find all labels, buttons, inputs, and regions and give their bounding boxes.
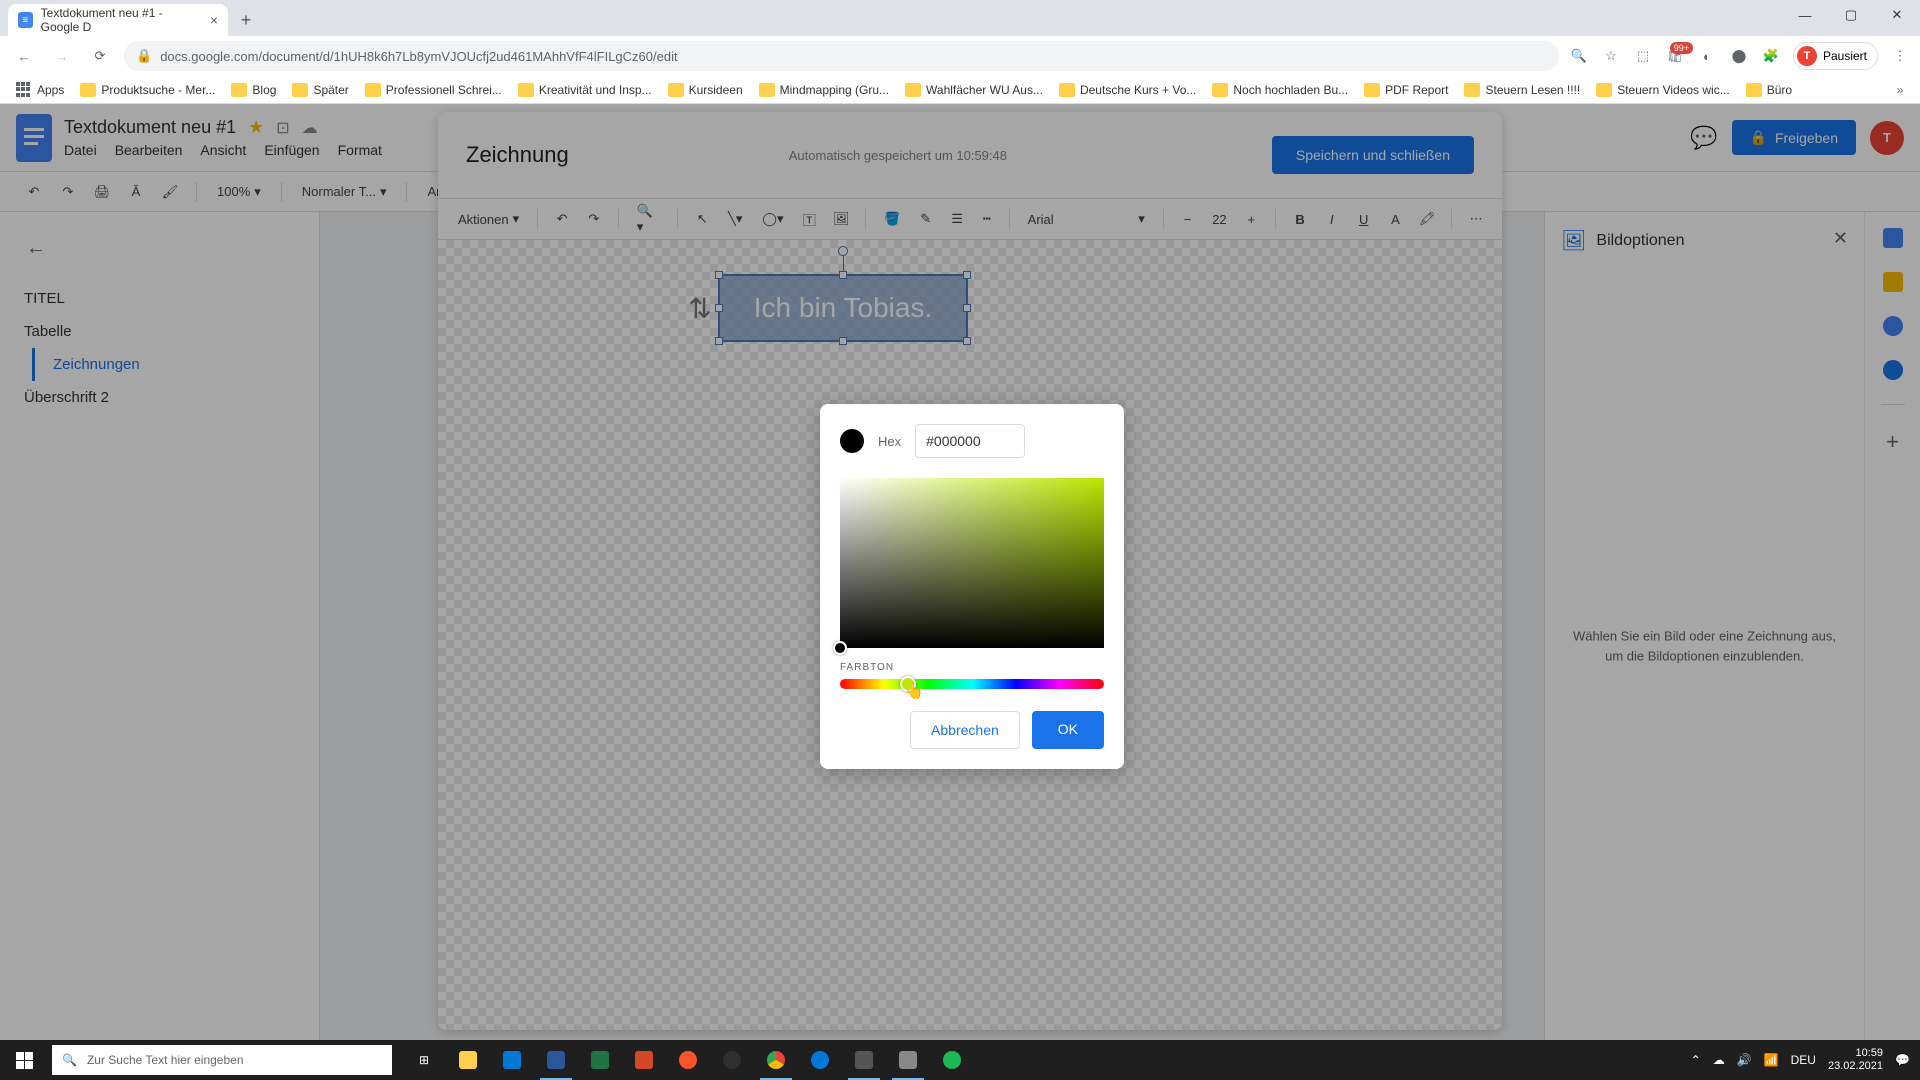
wifi-icon[interactable]: 📶 — [1764, 1053, 1779, 1067]
app-icon[interactable] — [842, 1040, 886, 1080]
cancel-button[interactable]: Abbrechen — [910, 711, 1020, 749]
bookmark-item[interactable]: Produktsuche - Mer... — [74, 79, 221, 101]
bookmark-item[interactable]: Professionell Schrei... — [359, 79, 508, 101]
reload-button[interactable]: ⟳ — [86, 42, 114, 70]
word-icon[interactable] — [534, 1040, 578, 1080]
extension-icon-3[interactable]: ⬤ — [1729, 46, 1749, 66]
profile-button[interactable]: T Pausiert — [1793, 42, 1878, 70]
hue-label: FARBTON — [840, 662, 1104, 673]
chrome-icon[interactable] — [754, 1040, 798, 1080]
back-button[interactable]: ← — [10, 42, 38, 70]
bookmark-item[interactable]: Steuern Videos wic... — [1590, 79, 1736, 101]
bookmark-item[interactable]: Kursideen — [662, 79, 749, 101]
bookmark-item[interactable]: Büro — [1740, 79, 1798, 101]
apps-button[interactable]: Apps — [10, 78, 70, 102]
brave-icon[interactable] — [666, 1040, 710, 1080]
search-icon: 🔍 — [62, 1053, 77, 1067]
minimize-button[interactable]: — — [1782, 0, 1828, 30]
bookmark-item[interactable]: Noch hochladen Bu... — [1206, 79, 1354, 101]
hue-thumb[interactable] — [900, 676, 916, 692]
explorer-icon[interactable] — [446, 1040, 490, 1080]
bookmarks-overflow-icon[interactable]: » — [1890, 80, 1910, 100]
bookmark-star-icon[interactable]: ☆ — [1601, 46, 1621, 66]
zoom-icon[interactable]: 🔍 — [1569, 46, 1589, 66]
extensions-puzzle-icon[interactable]: 🧩 — [1761, 46, 1781, 66]
hue-slider[interactable]: 👆 — [840, 679, 1104, 689]
spotify-icon[interactable] — [930, 1040, 974, 1080]
ok-button[interactable]: OK — [1032, 711, 1104, 749]
taskbar-search[interactable]: 🔍 Zur Suche Text hier eingeben — [52, 1045, 392, 1075]
close-tab-icon[interactable]: × — [210, 12, 218, 28]
hex-label: Hex — [878, 434, 901, 449]
bookmark-item[interactable]: Steuern Lesen !!!! — [1458, 79, 1586, 101]
extension-badge-icon[interactable]: 🛍99+ — [1665, 46, 1685, 66]
bookmark-item[interactable]: Blog — [225, 79, 282, 101]
saturation-picker[interactable] — [840, 478, 1104, 648]
color-swatch — [840, 429, 864, 453]
extension-icon[interactable]: ⬚ — [1633, 46, 1653, 66]
tray-chevron-icon[interactable]: ⌃ — [1691, 1053, 1701, 1067]
excel-icon[interactable] — [578, 1040, 622, 1080]
powerpoint-icon[interactable] — [622, 1040, 666, 1080]
tab-title: Textdokument neu #1 - Google D — [41, 6, 202, 34]
bookmark-item[interactable]: Später — [286, 79, 354, 101]
tray-clock[interactable]: 10:59 23.02.2021 — [1828, 1047, 1883, 1073]
task-view-icon[interactable]: ⊞ — [402, 1040, 446, 1080]
hex-input[interactable] — [915, 424, 1025, 458]
onedrive-icon[interactable]: ☁ — [1713, 1053, 1725, 1067]
bookmark-item[interactable]: Wahlfächer WU Aus... — [899, 79, 1049, 101]
bookmark-item[interactable]: PDF Report — [1358, 79, 1454, 101]
windows-taskbar: 🔍 Zur Suche Text hier eingeben ⊞ ⌃ ☁ 🔊 📶… — [0, 1040, 1920, 1080]
browser-tab[interactable]: ≡ Textdokument neu #1 - Google D × — [8, 4, 228, 36]
color-picker-dialog: Hex FARBTON 👆 Abbrechen OK — [820, 404, 1124, 769]
keyboard-lang[interactable]: DEU — [1791, 1053, 1816, 1067]
address-bar[interactable]: 🔒 docs.google.com/document/d/1hUH8k6h7Lb… — [124, 41, 1559, 71]
new-tab-button[interactable]: + — [232, 6, 260, 34]
app-icon[interactable] — [886, 1040, 930, 1080]
avatar-icon: T — [1797, 46, 1817, 66]
docs-favicon: ≡ — [18, 12, 33, 28]
volume-icon[interactable]: 🔊 — [1737, 1053, 1752, 1067]
edge-icon[interactable] — [798, 1040, 842, 1080]
close-window-button[interactable]: ✕ — [1874, 0, 1920, 30]
bookmark-item[interactable]: Deutsche Kurs + Vo... — [1053, 79, 1202, 101]
url-text: docs.google.com/document/d/1hUH8k6h7Lb8y… — [160, 49, 677, 64]
lock-icon: 🔒 — [136, 48, 152, 64]
bookmark-item[interactable]: Mindmapping (Gru... — [753, 79, 895, 101]
menu-icon[interactable]: ⋮ — [1890, 46, 1910, 66]
bookmark-item[interactable]: Kreativität und Insp... — [512, 79, 658, 101]
extension-icon-2[interactable]: ◐ — [1697, 46, 1717, 66]
maximize-button[interactable]: ▢ — [1828, 0, 1874, 30]
notifications-icon[interactable]: 💬 — [1895, 1053, 1910, 1067]
start-button[interactable] — [0, 1040, 48, 1080]
saturation-thumb[interactable] — [833, 641, 847, 655]
obs-icon[interactable] — [710, 1040, 754, 1080]
forward-button[interactable]: → — [48, 42, 76, 70]
app-icon[interactable] — [490, 1040, 534, 1080]
bookmarks-bar: Apps Produktsuche - Mer... Blog Später P… — [0, 76, 1920, 104]
